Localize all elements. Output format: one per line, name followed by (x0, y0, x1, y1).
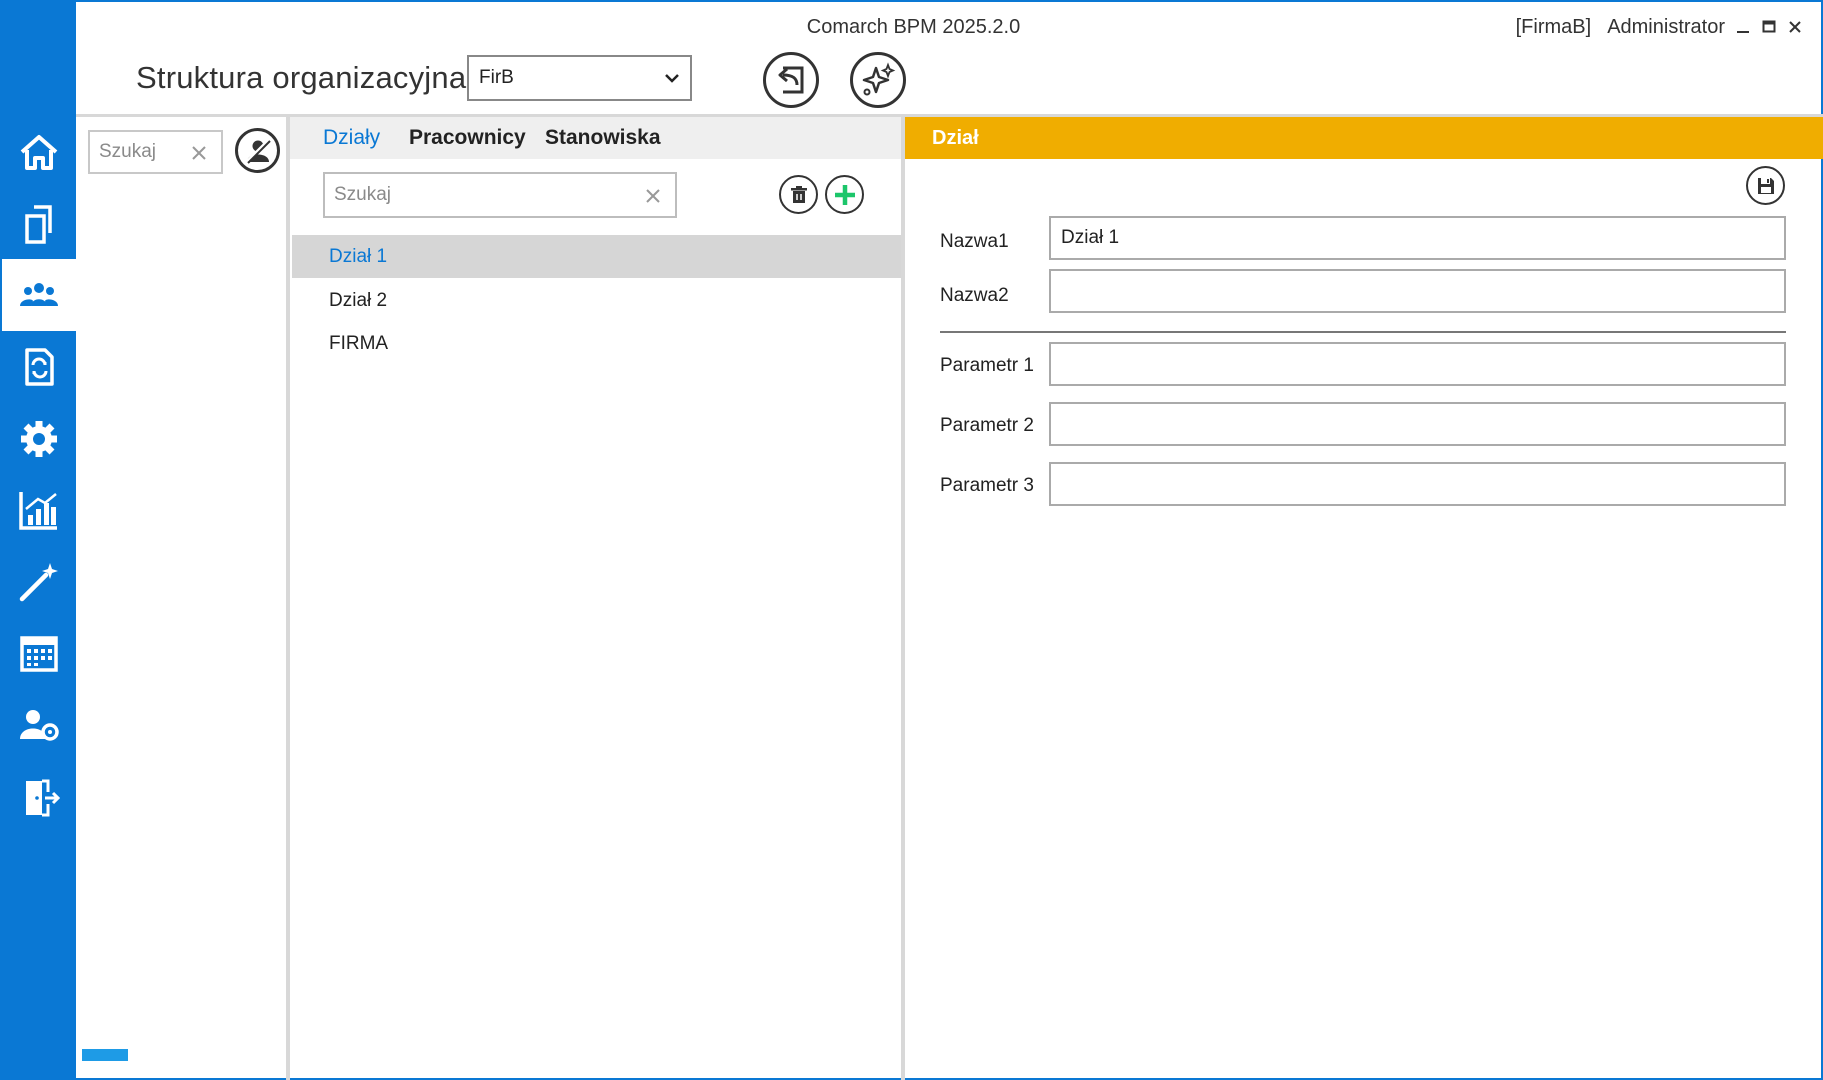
trash-icon (790, 185, 807, 203)
company-select-value: FirB (479, 67, 514, 88)
tabs-bar: Działy Pracownicy Stanowiska (290, 117, 901, 159)
list-item-firma[interactable]: FIRMA (292, 322, 901, 365)
list-item-dzial-2[interactable]: Dział 2 (292, 279, 901, 322)
field-divider (940, 331, 1786, 333)
list-search-input[interactable]: Szukaj (323, 172, 677, 218)
ai-sparkle-button[interactable] (850, 52, 906, 108)
add-button[interactable] (825, 175, 864, 214)
tab-pracownicy[interactable]: Pracownicy (409, 126, 526, 150)
sidebar-item-calendar[interactable] (2, 618, 76, 690)
list-item-dzial-1[interactable]: Dział 1 (292, 235, 901, 278)
panel-divider-right (901, 115, 905, 1080)
documents-icon (25, 205, 52, 244)
tab-dzialy[interactable]: Działy (323, 126, 380, 150)
company-select[interactable]: FirB (467, 55, 692, 101)
floppy-disk-icon (1757, 177, 1774, 194)
app-window: Comarch BPM 2025.2.0 [FirmaB] Administra… (0, 0, 1823, 1080)
minimize-button[interactable] (1731, 14, 1755, 40)
sidebar-item-settings[interactable] (2, 403, 76, 475)
back-arrow-icon (778, 66, 804, 94)
user-off-icon (245, 138, 271, 164)
page-title: Struktura organizacyjna (136, 60, 467, 95)
save-button[interactable] (1746, 166, 1785, 205)
plus-icon (834, 184, 855, 205)
company-label: [FirmaB] (1515, 16, 1592, 38)
field-label-nazwa1: Nazwa1 (940, 231, 1009, 252)
sidebar-item-document-sync[interactable] (2, 331, 76, 403)
analytics-chart-icon (19, 492, 57, 530)
minimize-icon (1737, 31, 1749, 33)
field-input-parametr-1[interactable] (1049, 342, 1786, 386)
field-input-parametr-2[interactable] (1049, 402, 1786, 446)
sidebar-item-logout[interactable] (2, 762, 76, 834)
delete-button[interactable] (779, 175, 818, 214)
logout-door-icon (26, 779, 60, 817)
sidebar-item-wand[interactable] (2, 546, 76, 618)
left-search-input[interactable]: Szukaj (88, 130, 223, 174)
sidebar-item-home[interactable] (2, 116, 76, 188)
settings-gear-icon (21, 421, 57, 457)
sidebar-item-documents[interactable] (2, 188, 76, 260)
user-settings-icon (20, 710, 59, 741)
close-icon (1789, 21, 1801, 33)
sidebar-item-analytics[interactable] (2, 474, 76, 546)
sparkles-icon (862, 62, 896, 96)
field-label-nazwa2: Nazwa2 (940, 285, 1009, 306)
chevron-down-icon (665, 74, 679, 83)
status-indicator-bar (82, 1049, 128, 1061)
field-input-nazwa2[interactable] (1049, 269, 1786, 313)
organization-users-icon (20, 283, 58, 306)
sidebar-nav (2, 2, 76, 1078)
document-sync-icon (25, 348, 54, 386)
clear-icon[interactable] (645, 188, 661, 204)
panel-divider-left (286, 115, 290, 1080)
calendar-icon (20, 636, 58, 672)
detail-header: Dział (905, 117, 1823, 159)
list-search-placeholder: Szukaj (334, 184, 392, 205)
sidebar-item-user-settings[interactable] (2, 690, 76, 762)
field-label-parametr-2: Parametr 2 (940, 415, 1034, 436)
user-info: [FirmaB] Administrator (1516, 16, 1725, 39)
sidebar-item-organization[interactable] (2, 259, 76, 331)
magic-wand-icon (19, 563, 58, 602)
back-button[interactable] (763, 52, 819, 108)
field-label-parametr-3: Parametr 3 (940, 475, 1034, 496)
clear-icon[interactable] (191, 145, 207, 161)
close-button[interactable] (1783, 14, 1807, 40)
home-icon (20, 135, 58, 170)
left-search-placeholder: Szukaj (99, 141, 157, 162)
maximize-icon (1762, 20, 1776, 33)
user-filter-button[interactable] (235, 128, 280, 173)
user-name: Administrator (1607, 16, 1725, 38)
field-label-parametr-1: Parametr 1 (940, 355, 1034, 376)
field-input-parametr-3[interactable] (1049, 462, 1786, 506)
tab-stanowiska[interactable]: Stanowiska (545, 126, 661, 150)
maximize-button[interactable] (1757, 14, 1781, 40)
field-input-nazwa1[interactable]: Dział 1 (1049, 216, 1786, 260)
